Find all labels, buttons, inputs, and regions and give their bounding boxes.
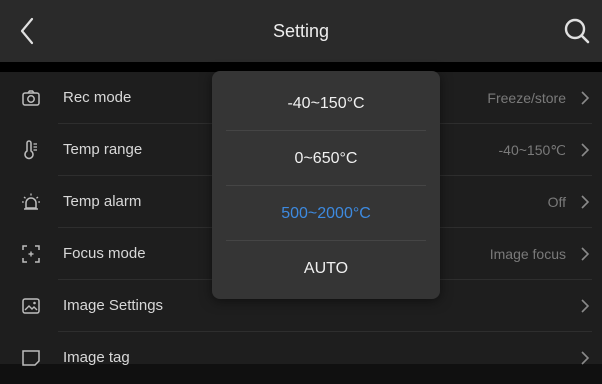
option-divider [226, 185, 426, 186]
setting-label: Temp alarm [63, 193, 142, 210]
setting-label: Image tag [63, 349, 130, 366]
search-button[interactable] [562, 16, 592, 46]
setting-label: Image Settings [63, 297, 164, 314]
page-title: Setting [272, 21, 330, 41]
setting-value: -40~150℃ [498, 142, 567, 158]
setting-label: Focus mode [63, 245, 146, 262]
focus-icon [22, 245, 40, 263]
option-range-low[interactable]: -40~150°C [212, 77, 440, 131]
option-auto[interactable]: AUTO [212, 242, 440, 296]
setting-value: Image focus [489, 246, 566, 262]
setting-row-image-tag[interactable]: Image tag [0, 332, 602, 384]
search-icon [564, 18, 590, 44]
setting-value: Freeze/store [487, 90, 566, 106]
setting-label: Temp range [63, 141, 143, 158]
chevron-right-icon [581, 299, 590, 313]
option-divider [226, 240, 426, 241]
chevron-right-icon [581, 91, 590, 105]
option-divider [226, 130, 426, 131]
thermometer-icon [24, 140, 37, 160]
chevron-right-icon [581, 195, 590, 209]
tag-icon [22, 350, 40, 366]
temp-range-popup: -40~150°C 0~650°C 500~2000°C AUTO [212, 71, 440, 299]
option-range-high[interactable]: 500~2000°C [212, 187, 440, 241]
image-icon [22, 298, 40, 314]
setting-value: Off [547, 194, 566, 210]
chevron-right-icon [581, 247, 590, 261]
setting-label: Rec mode [63, 89, 132, 106]
alarm-icon [22, 193, 40, 210]
camera-icon [22, 90, 40, 106]
chevron-right-icon [581, 143, 590, 157]
option-range-mid[interactable]: 0~650°C [212, 132, 440, 186]
title-bar: Setting [0, 0, 602, 62]
